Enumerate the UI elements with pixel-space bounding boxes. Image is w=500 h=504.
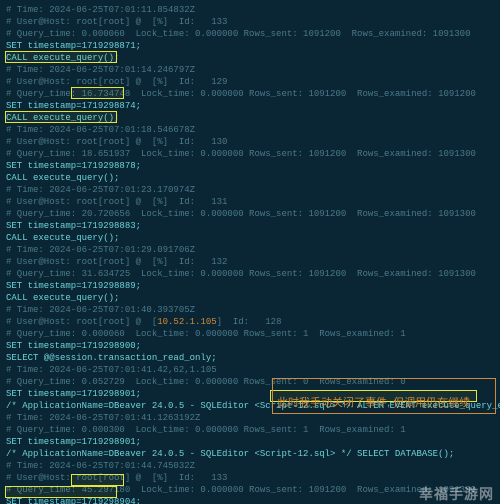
log-line: # Query_time: 16.734748 Lock_time: 0.000… xyxy=(6,88,494,100)
log-line: # Query_time: 45.297180 Lock_time: 0.000… xyxy=(6,484,494,496)
log-line: # Time: 2024-06-25T07:01:41.42,62,1.105 xyxy=(6,364,494,376)
log-line: # Time: 2024-06-25T07:01:14.246797Z xyxy=(6,64,494,76)
log-line: SELECT @@session.transaction_read_only; xyxy=(6,352,494,364)
log-line: CALL execute_query(); xyxy=(6,52,494,64)
log-line: # User@Host: root[root] @ [%] Id: 129 xyxy=(6,76,494,88)
sql-log-viewer: # Time: 2024-06-25T07:01:11.854832Z# Use… xyxy=(0,0,500,504)
log-line: SET timestamp=1719298878; xyxy=(6,160,494,172)
log-line: CALL execute_query(); xyxy=(6,292,494,304)
log-line: SET timestamp=1719298901; xyxy=(6,436,494,448)
log-line: # Query_time: 0.000060 Lock_time: 0.0000… xyxy=(6,328,494,340)
log-line: SET timestamp=1719298901; xyxy=(6,388,494,400)
log-line: SET timestamp=1719298889; xyxy=(6,280,494,292)
log-line: # Time: 2024-06-25T07:01:29.091706Z xyxy=(6,244,494,256)
log-line: /* ApplicationName=DBeaver 24.0.5 - SQLE… xyxy=(6,448,494,460)
log-line: # Time: 2024-06-25T07:01:44.745032Z xyxy=(6,460,494,472)
log-line: SET timestamp=1719298904; xyxy=(6,496,494,504)
log-line: # Time: 2024-06-25T07:01:11.854832Z xyxy=(6,4,494,16)
log-line: SET timestamp=1719298883; xyxy=(6,220,494,232)
log-line: # Time: 2024-06-25T07:01:40.393705Z xyxy=(6,304,494,316)
log-line: # Time: 2024-06-25T07:01:41.1263192Z xyxy=(6,412,494,424)
log-line: CALL execute_query(); xyxy=(6,112,494,124)
log-line: # Query_time: 0.000300 Lock_time: 0.0000… xyxy=(6,424,494,436)
log-line: # Query_time: 20.720656 Lock_time: 0.000… xyxy=(6,208,494,220)
log-line: # Query_time: 31.634725 Lock_time: 0.000… xyxy=(6,268,494,280)
log-line: # User@Host: root[root] @ [%] Id: 132 xyxy=(6,256,494,268)
log-line: # Query_time: 18.651937 Lock_time: 0.000… xyxy=(6,148,494,160)
log-line: # Query_time: 0.052729 Lock_time: 0.0000… xyxy=(6,376,494,388)
log-line: # User@Host: root[root] @ [%] Id: 133 xyxy=(6,16,494,28)
log-line: # User@Host: root[root] @ [%] Id: 133 xyxy=(6,472,494,484)
log-line: # User@Host: root[root] @ [%] Id: 131 xyxy=(6,196,494,208)
log-line: CALL execute_query(); xyxy=(6,172,494,184)
log-line: SET timestamp=1719298900; xyxy=(6,340,494,352)
log-line: # Time: 2024-06-25T07:01:18.546678Z xyxy=(6,124,494,136)
log-line: SET timestamp=1719298874; xyxy=(6,100,494,112)
log-line: CALL execute_query(); xyxy=(6,232,494,244)
log-line: # Time: 2024-06-25T07:01:23.170974Z xyxy=(6,184,494,196)
log-line: SET timestamp=1719298871; xyxy=(6,40,494,52)
log-line: # User@Host: root[root] @ [10.52.1.105] … xyxy=(6,316,494,328)
log-line: /* ApplicationName=DBeaver 24.0.5 - SQLE… xyxy=(6,400,494,412)
log-line: # User@Host: root[root] @ [%] Id: 130 xyxy=(6,136,494,148)
log-line: # Query_time: 0.000060 Lock_time: 0.0000… xyxy=(6,28,494,40)
